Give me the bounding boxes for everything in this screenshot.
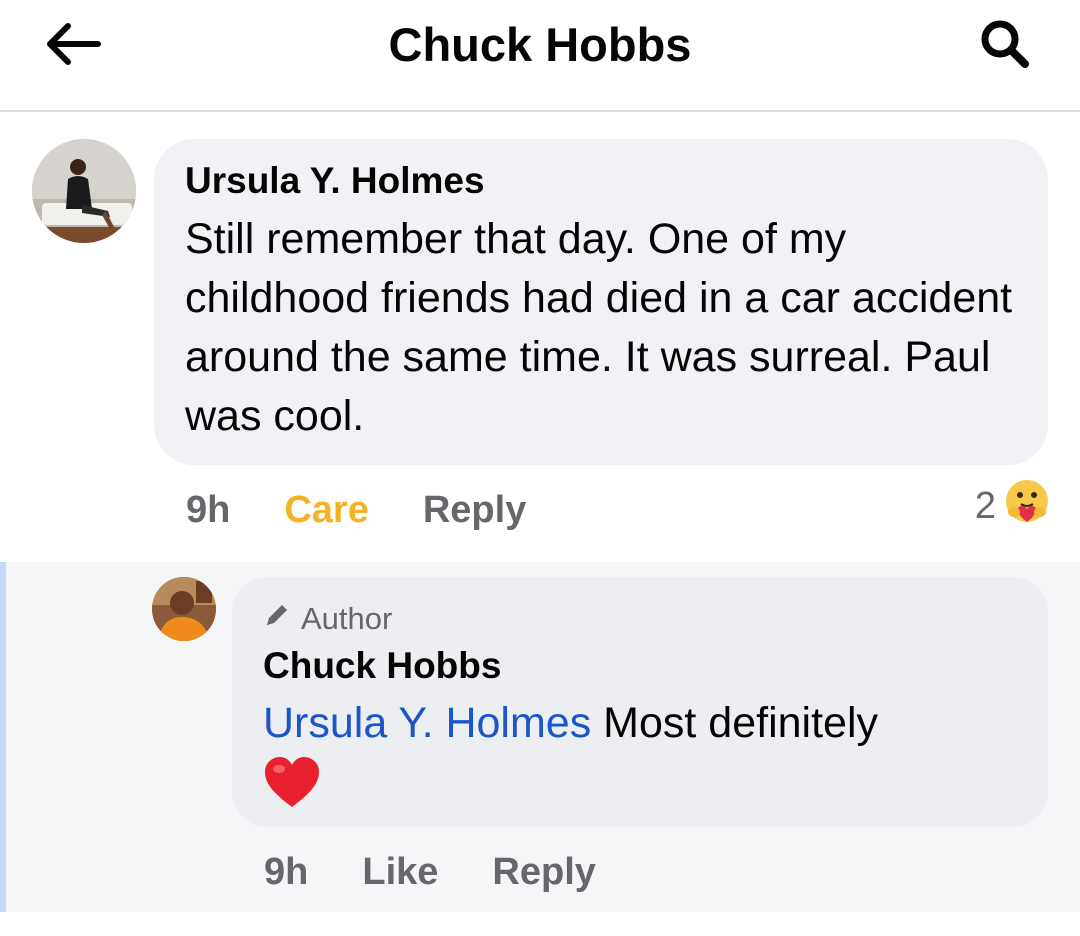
thread-line <box>0 562 6 912</box>
comment-timestamp[interactable]: 9h <box>186 489 230 532</box>
reply-timestamp[interactable]: 9h <box>264 851 308 894</box>
reply-author[interactable]: Chuck Hobbs <box>263 643 1018 689</box>
reply-message: Most definitely <box>603 699 879 747</box>
reply-actions: 9h Like Reply <box>264 842 596 902</box>
comment-bubble[interactable]: Ursula Y. Holmes Still remember that day… <box>154 139 1048 465</box>
mention-link[interactable]: Ursula Y. Holmes <box>263 699 591 747</box>
pencil-icon <box>263 601 301 637</box>
reply-button[interactable]: Reply <box>423 489 526 532</box>
care-emoji-icon <box>1004 478 1050 534</box>
page-title: Chuck Hobbs <box>388 18 692 71</box>
author-badge: Author <box>263 601 1018 637</box>
author-badge-label: Author <box>301 601 393 636</box>
reply-button[interactable]: Reply <box>492 851 595 894</box>
search-button[interactable] <box>970 14 1040 78</box>
reply-bubble[interactable]: Author Chuck Hobbs Ursula Y. Holmes Most… <box>232 577 1048 827</box>
reaction-count: 2 <box>974 484 996 527</box>
reaction-summary[interactable]: 2 <box>975 478 1050 534</box>
avatar[interactable] <box>32 139 136 243</box>
avatar[interactable] <box>152 577 216 641</box>
care-reaction-button[interactable]: Care <box>284 489 369 532</box>
heart-emoji-icon <box>263 755 1018 814</box>
top-bar: Chuck Hobbs <box>0 0 1080 112</box>
comment-author[interactable]: Ursula Y. Holmes <box>185 159 1018 203</box>
comment-text: Still remember that day. One of my child… <box>185 215 1013 440</box>
reply-text: Ursula Y. Holmes Most definitely <box>263 695 1018 751</box>
search-icon <box>978 17 1032 76</box>
comment-actions: 9h Care Reply <box>186 480 526 540</box>
like-button[interactable]: Like <box>362 851 438 894</box>
